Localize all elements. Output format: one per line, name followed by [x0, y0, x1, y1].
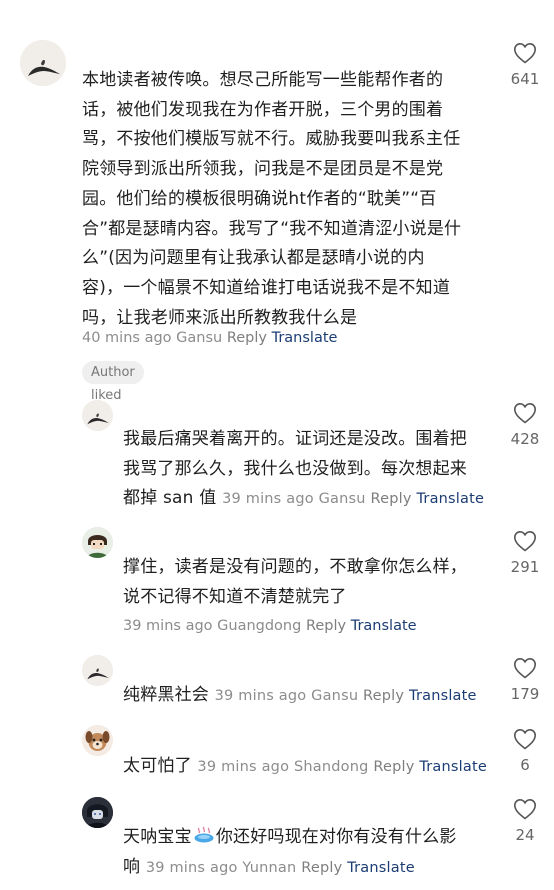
like-count: 291: [510, 558, 540, 576]
translate-link[interactable]: Translate: [272, 330, 338, 346]
comment-line: 么”(因为问题里有让我承认都是瑟晴小说的内: [82, 248, 425, 269]
reply-line-with-meta: 都掉 san 值 39 mins ago Gansu Reply Transla…: [123, 484, 503, 515]
like-count: 6: [520, 756, 530, 774]
location: Yunnan: [242, 859, 297, 876]
reply-text: 太可怕了 39 mins ago Shandong Reply Translat…: [123, 752, 503, 783]
reply-line-with-meta: 响 39 mins ago Yunnan Reply Translate: [123, 853, 503, 884]
reply-line: 太可怕了: [123, 756, 192, 776]
location: Gansu: [318, 491, 366, 508]
reply-line: 响: [123, 856, 141, 877]
location: Gansu: [311, 688, 359, 704]
reply-line: 我最后痛哭着离开的。证词还是没改。围着把: [123, 429, 467, 449]
timestamp: 39 mins ago: [123, 618, 213, 634]
heart-icon: [513, 728, 537, 750]
like-button[interactable]: 6: [503, 728, 547, 774]
dog-icon: [82, 725, 113, 756]
reply-line: 天呐宝宝 你还好吗现在对你有没有什么影: [123, 823, 503, 853]
comment-line: 园。他们给的模板很明确说ht作者的“耽美”“百: [82, 188, 437, 209]
reply-line: 纯粹黑社会: [123, 685, 209, 705]
reply-line: 我骂了那么久，我什么也没做到。每次想起来: [123, 458, 467, 479]
like-button[interactable]: 428: [503, 402, 547, 448]
comment-line: 吗，让我老师来派出所教教我什么是: [82, 307, 358, 328]
reply-text-segment: 天呐宝宝: [123, 827, 192, 847]
translate-link[interactable]: Translate: [409, 688, 477, 704]
heart-icon: [513, 798, 537, 820]
avatar-ink-icon: [82, 400, 113, 431]
heart-icon: [513, 42, 537, 64]
translate-link[interactable]: Translate: [419, 759, 487, 775]
timestamp: 39 mins ago: [197, 759, 290, 775]
reply-text: 天呐宝宝 你还好吗现在对你有没有什么影 响 39 mins ago Yunnan…: [123, 823, 503, 883]
comment-line: 容)，一个幅景不知道给谁打电话说我不是不知道: [82, 277, 451, 298]
reply-text: 纯粹黑社会 39 mins ago Gansu Reply Translate: [123, 681, 503, 712]
reply-button[interactable]: Reply: [227, 330, 267, 346]
reply-button[interactable]: Reply: [371, 491, 412, 507]
comment-line: 骂，不按他们模版写就不行。威胁我要叫我系主任: [82, 129, 461, 150]
like-button[interactable]: 291: [503, 530, 547, 576]
hot-spring-emoji-icon: [194, 826, 214, 843]
heart-icon: [513, 402, 537, 424]
translate-link[interactable]: Translate: [347, 860, 415, 876]
avatar-ink-icon: [20, 40, 66, 86]
reply-button[interactable]: Reply: [306, 618, 346, 634]
heart-icon: [513, 530, 537, 552]
reply-meta: 39 mins ago Shandong Reply Translate: [197, 759, 487, 775]
reply-button[interactable]: Reply: [373, 759, 414, 775]
anime-character-icon: [82, 527, 113, 558]
reply-line: 撑住，读者是没有问题的，不敢拿你怎么样，: [123, 557, 467, 577]
like-button[interactable]: 641: [503, 42, 547, 88]
like-count: 179: [510, 685, 540, 703]
reply-text: 撑住，读者是没有问题的，不敢拿你怎么样， 说不记得不知道不清楚就完了: [123, 553, 503, 612]
comment-line: 院领导到派出所领我，问我是不是团员是不是党: [82, 159, 444, 180]
like-button[interactable]: 24: [503, 798, 547, 844]
timestamp: 39 mins ago: [222, 491, 314, 508]
avatar[interactable]: [82, 400, 113, 431]
comment-line: 合”都是瑟晴内容。我写了“我不知道清涩小说是什: [82, 218, 462, 239]
author-liked-badge: Author liked: [82, 361, 144, 403]
reply-meta: 39 mins ago Gansu Reply Translate: [215, 688, 477, 704]
comment-meta: 40 mins ago Gansu Reply Translate: [82, 330, 337, 346]
avatar[interactable]: [82, 655, 113, 686]
avatar-ink-icon: [82, 655, 113, 686]
translate-link[interactable]: Translate: [351, 618, 417, 634]
location: Guangdong: [217, 618, 302, 634]
reply-text: 我最后痛哭着离开的。证词还是没改。围着把 我骂了那么久，我什么也没做到。每次想起…: [123, 425, 503, 515]
reply-text-segment: 你还好吗现在对你有没有什么影: [215, 827, 457, 847]
dark-character-icon: [82, 797, 113, 828]
reply-button[interactable]: Reply: [363, 688, 404, 704]
reply-button[interactable]: Reply: [301, 860, 342, 876]
like-button[interactable]: 179: [503, 657, 547, 703]
avatar[interactable]: [82, 725, 113, 756]
location: Shandong: [293, 759, 369, 775]
location: Gansu: [176, 330, 223, 346]
like-count: 641: [510, 70, 540, 88]
reply-line: 都掉 san 值: [123, 488, 217, 509]
like-count: 428: [510, 430, 540, 448]
timestamp: 39 mins ago: [145, 859, 238, 876]
reply-meta: 39 mins ago Yunnan Reply Translate: [146, 860, 415, 876]
like-count: 24: [515, 826, 535, 844]
reply-line: 说不记得不知道不清楚就完了: [123, 586, 347, 607]
translate-link[interactable]: Translate: [416, 491, 484, 507]
avatar[interactable]: [82, 797, 113, 828]
timestamp: 39 mins ago: [214, 688, 307, 704]
comment-line: 本地读者被传唤。想尽己所能写一些能帮作者的: [82, 70, 444, 90]
reply-meta: 39 mins ago Guangdong Reply Translate: [123, 618, 417, 634]
reply-meta: 39 mins ago Gansu Reply Translate: [222, 491, 484, 507]
timestamp: 40 mins ago: [82, 330, 172, 346]
heart-icon: [513, 657, 537, 679]
comment-text: 本地读者被传唤。想尽己所能写一些能帮作者的 话，被他们发现我在为作者开脱，三个男…: [82, 66, 482, 333]
avatar[interactable]: [82, 527, 113, 558]
avatar[interactable]: [20, 40, 66, 86]
comment-line: 话，被他们发现我在为作者开脱，三个男的围着: [82, 99, 444, 120]
